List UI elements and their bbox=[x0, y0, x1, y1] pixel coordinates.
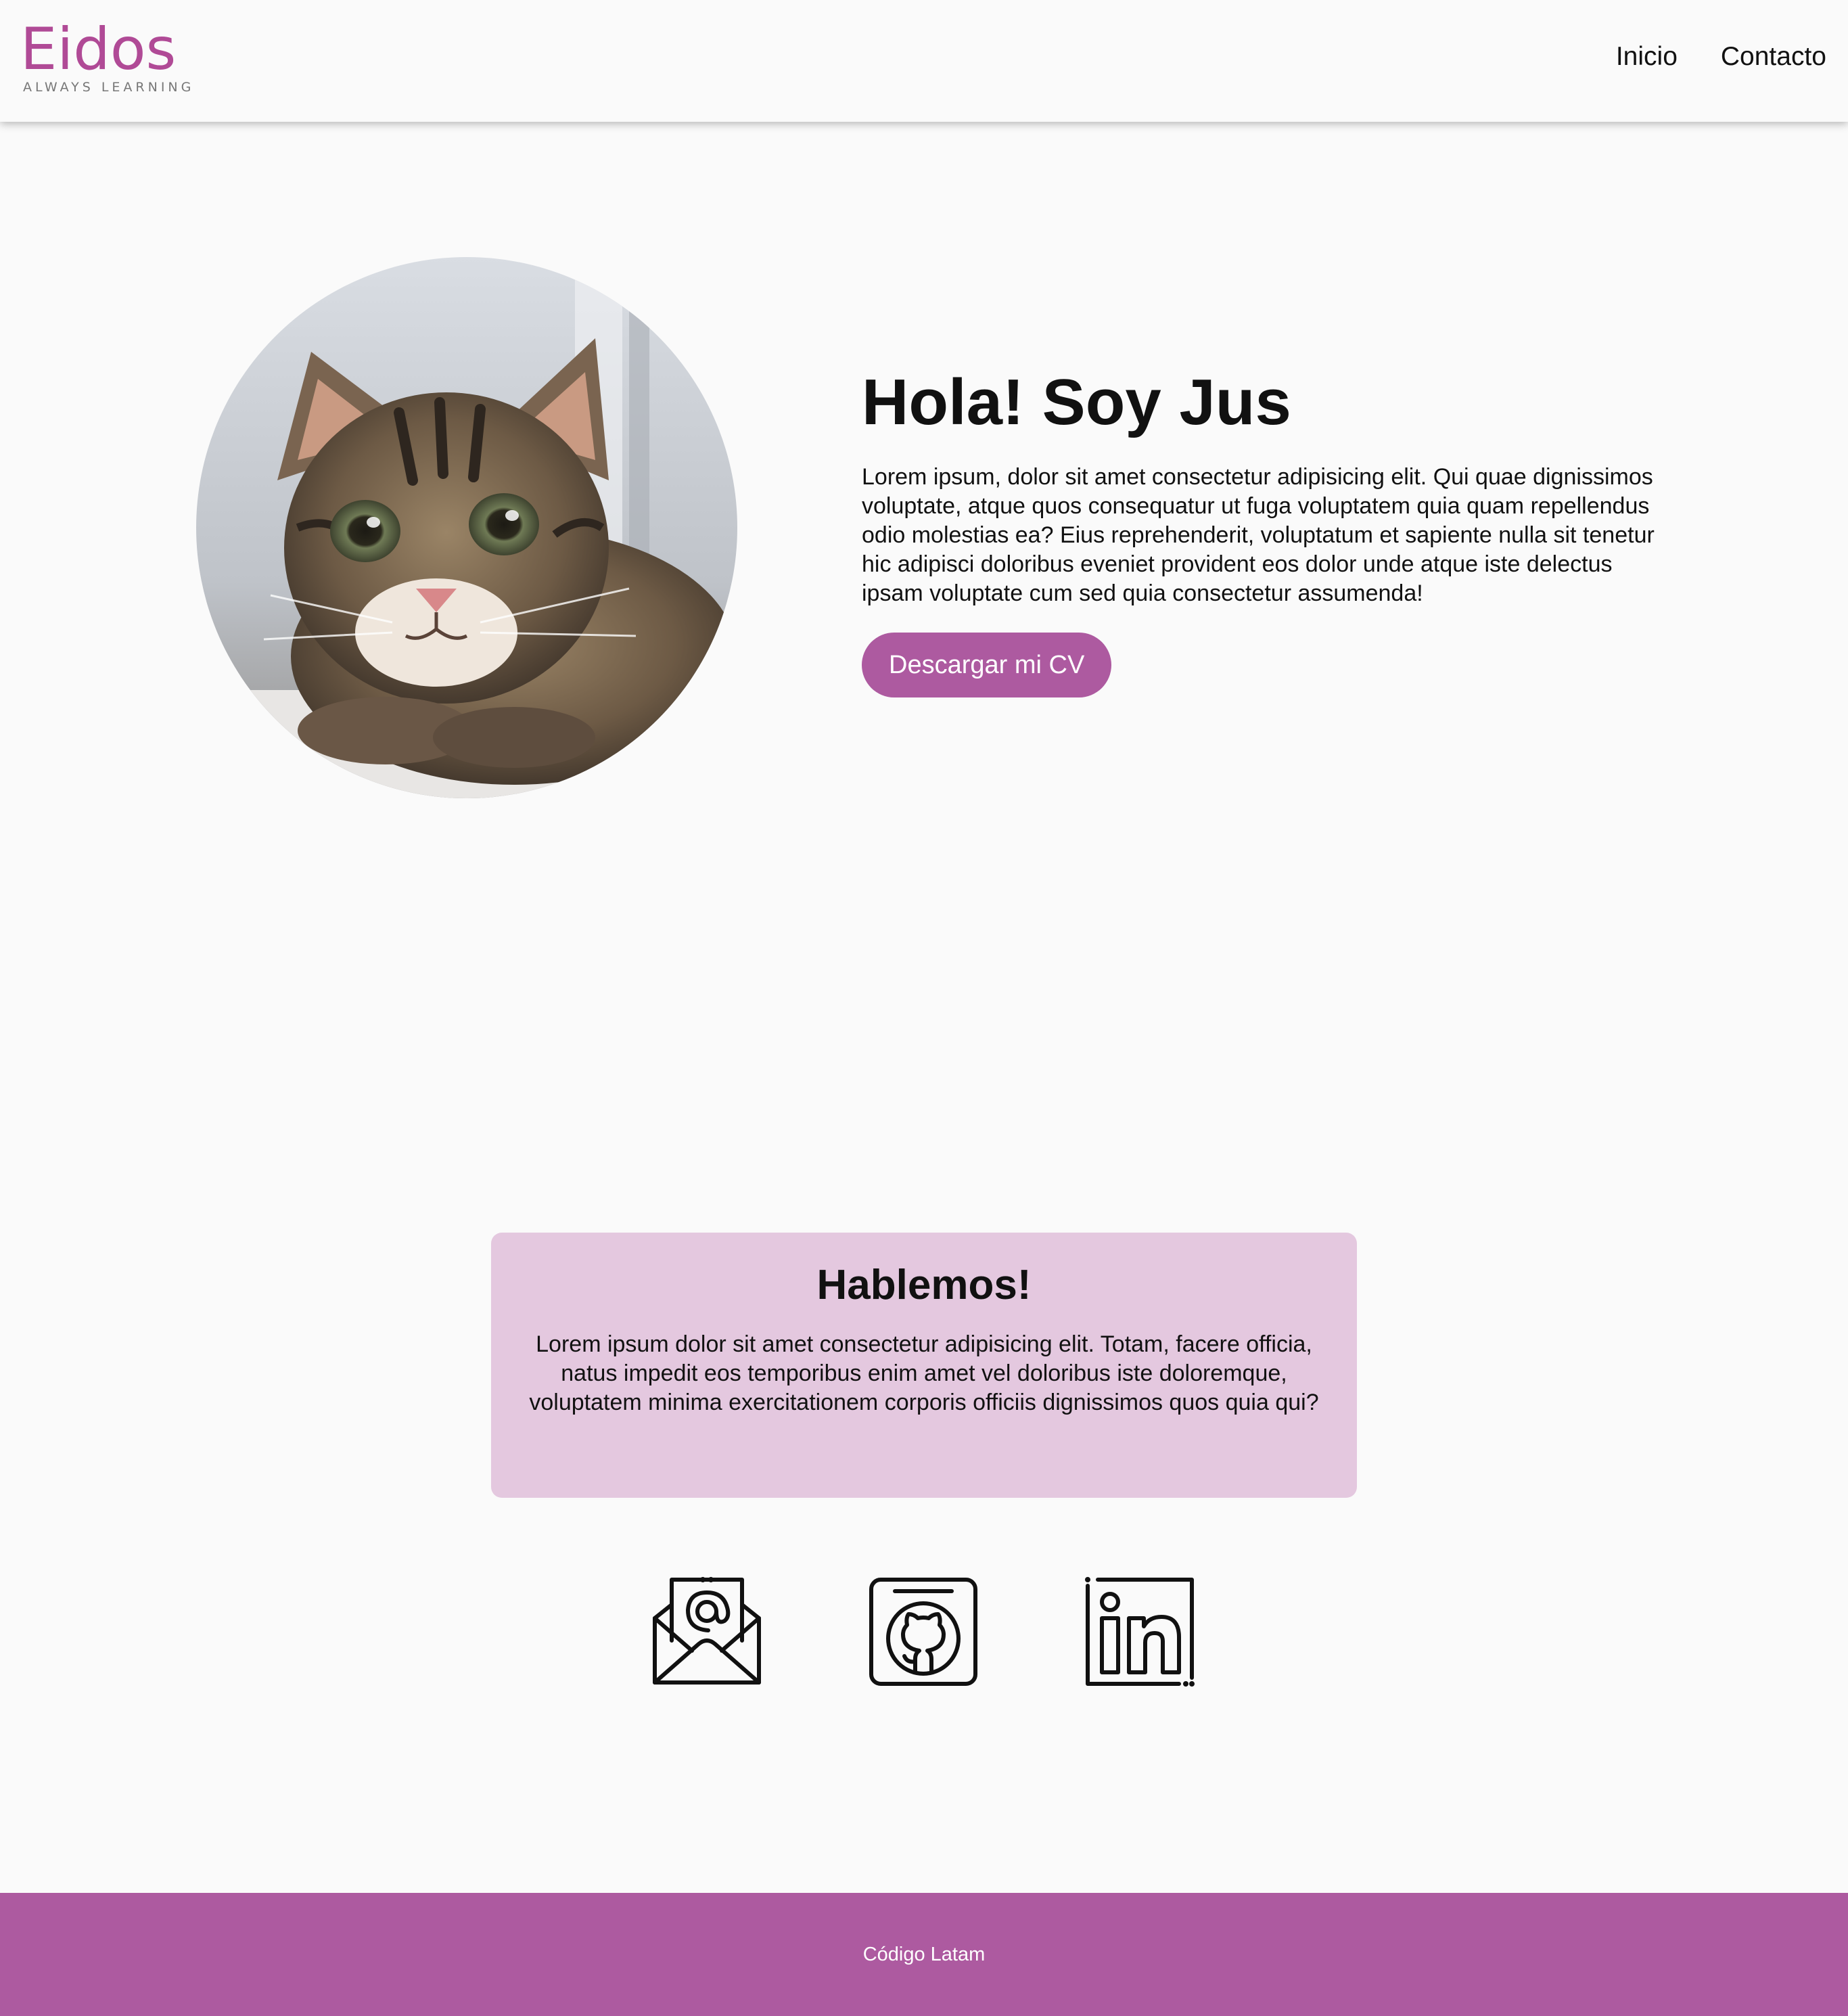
kitten-photo bbox=[196, 257, 737, 798]
logo-tagline: ALWAYS LEARNING bbox=[23, 80, 195, 95]
email-icon[interactable] bbox=[651, 1576, 762, 1687]
hero-title: Hola! Soy Jus bbox=[862, 366, 1291, 438]
hero-description: Lorem ipsum, dolor sit amet consectetur … bbox=[862, 464, 1655, 606]
nav-link-inicio[interactable]: Inicio bbox=[1616, 42, 1678, 72]
eidos-logo[interactable]: Eidos ALWAYS LEARNING bbox=[20, 15, 191, 99]
eidos-wordmark: Eidos bbox=[20, 16, 176, 79]
github-icon[interactable] bbox=[868, 1576, 979, 1687]
nav-link-contacto[interactable]: Contacto bbox=[1721, 42, 1826, 72]
logo-text: Eidos bbox=[20, 16, 176, 79]
contact-description: Lorem ipsum dolor sit amet consectetur a… bbox=[529, 1331, 1319, 1415]
hero-text: Hola! Soy Jus Lorem ipsum, dolor sit ame… bbox=[862, 359, 1673, 697]
navbar: Eidos ALWAYS LEARNING Inicio Contacto bbox=[0, 0, 1848, 122]
social-links bbox=[0, 1576, 1848, 1691]
contact-title: Hablemos! bbox=[816, 1262, 1032, 1308]
download-cv-button[interactable]: Descargar mi CV bbox=[862, 633, 1112, 697]
linkedin-icon[interactable] bbox=[1084, 1576, 1195, 1687]
footer: Código Latam bbox=[0, 1893, 1848, 2016]
main-nav: Inicio Contacto bbox=[1616, 42, 1826, 72]
profile-photo bbox=[196, 257, 737, 798]
contact-card: Hablemos! Lorem ipsum dolor sit amet con… bbox=[491, 1233, 1357, 1498]
footer-text: Código Latam bbox=[862, 1944, 986, 1965]
